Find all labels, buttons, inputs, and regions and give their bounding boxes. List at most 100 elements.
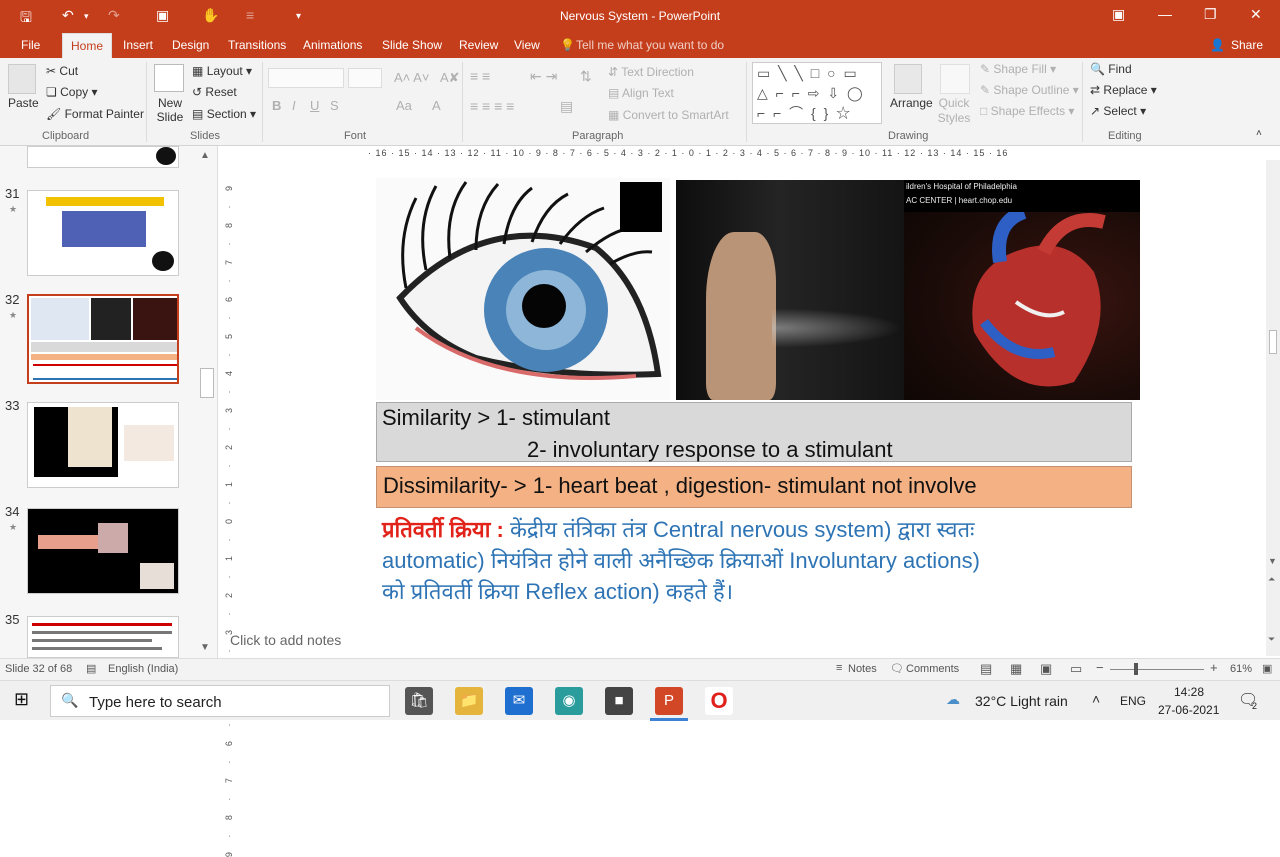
shape-effects-button[interactable]: □ Shape Effects ▾ <box>980 104 1074 118</box>
new-slide-icon[interactable] <box>154 64 184 92</box>
weather-text[interactable]: 32°C Light rain <box>975 693 1068 709</box>
font-size-box[interactable] <box>348 68 382 88</box>
slide-thumbnail[interactable] <box>27 190 179 276</box>
ribbon-display-icon[interactable]: ▣ <box>1112 6 1125 23</box>
quick-styles-button[interactable]: Quick Styles <box>936 96 972 126</box>
grow-font-icon[interactable]: A˄ A˅ <box>394 70 429 85</box>
align-text-button[interactable]: ▤ Align Text <box>608 86 674 100</box>
bold-button[interactable]: B <box>272 98 281 113</box>
slide-sorter-icon[interactable]: ▦ <box>1010 661 1022 677</box>
weather-icon[interactable]: ☁ <box>946 691 960 708</box>
tab-design[interactable]: Design <box>172 38 209 52</box>
file-explorer-icon[interactable]: 📁 <box>455 687 483 715</box>
language-indicator[interactable]: English (India) <box>108 663 178 675</box>
clock-time[interactable]: 14:28 <box>1174 685 1204 699</box>
restore-button[interactable]: ❐ <box>1204 6 1217 23</box>
windows-start-icon[interactable]: ⊞ <box>14 689 29 710</box>
normal-view-icon[interactable]: ▤ <box>980 661 992 677</box>
tab-review[interactable]: Review <box>459 38 498 52</box>
camera-app-icon[interactable]: ■ <box>605 687 633 715</box>
zoom-slider[interactable] <box>1110 669 1204 670</box>
comments-button[interactable]: Comments <box>906 663 959 675</box>
smartart-button[interactable]: ▦ Convert to SmartArt <box>608 108 729 122</box>
new-slide-button[interactable]: New Slide <box>152 96 188 124</box>
spell-check-icon[interactable]: ▤ <box>86 662 96 675</box>
thumb-scroll-up-icon[interactable]: ▲ <box>200 150 210 161</box>
language-indicator-tray[interactable]: ENG <box>1120 694 1146 708</box>
align-icons[interactable]: ≡ ≡ ≡ ≡ <box>470 98 514 114</box>
arrange-icon[interactable] <box>894 64 922 94</box>
collapse-ribbon-icon[interactable]: ˄ <box>1256 128 1262 139</box>
copy-button[interactable]: ❏ Copy ▾ <box>46 85 97 99</box>
taskbar-search-box[interactable]: 🔍 Type here to search <box>50 685 390 717</box>
fit-slide-icon[interactable]: ▣ <box>1262 662 1272 675</box>
powerpoint-app-icon[interactable]: P <box>655 687 683 715</box>
thumb-scroll-down-icon[interactable]: ▼ <box>200 642 210 653</box>
find-button[interactable]: 🔍 Find <box>1090 62 1132 76</box>
tray-overflow-icon[interactable]: ˄ <box>1092 691 1100 707</box>
slide-thumbnail[interactable] <box>27 616 179 658</box>
columns-icon[interactable]: ▤ <box>560 98 573 115</box>
mail-app-icon[interactable]: ✉ <box>505 687 533 715</box>
slide-thumbnail[interactable] <box>27 508 179 594</box>
tab-slide-show[interactable]: Slide Show <box>382 38 442 52</box>
clock-date[interactable]: 27-06-2021 <box>1158 703 1219 717</box>
paste-icon[interactable] <box>8 64 36 94</box>
slideshow-view-icon[interactable]: ▭ <box>1070 661 1082 677</box>
slide-thumbnail[interactable] <box>27 146 179 168</box>
screen-recorder-icon[interactable]: ◉ <box>555 687 583 715</box>
tab-transitions[interactable]: Transitions <box>228 38 286 52</box>
prev-slide-icon[interactable]: ⏶ <box>1268 574 1275 585</box>
minimize-button[interactable]: — <box>1158 6 1172 22</box>
format-painter-button[interactable]: 🖌 Format Painter <box>46 107 144 121</box>
zoom-slider-thumb[interactable] <box>1134 663 1138 675</box>
reset-button[interactable]: ↺ Reset <box>192 85 237 99</box>
shape-fill-button[interactable]: ✎ Shape Fill ▾ <box>980 62 1056 76</box>
shapes-gallery[interactable]: ▭ ╲ ╲ □ ○ ▭ △ ⌐ ⌐ ⇨ ⇩ ◯ ⌐ ⌐ ⌒ { } ☆ <box>752 62 882 124</box>
shape-outline-button[interactable]: ✎ Shape Outline ▾ <box>980 83 1079 97</box>
section-button[interactable]: ▤ Section ▾ <box>192 107 256 121</box>
clear-format-icon[interactable]: A✘ <box>440 70 460 86</box>
reflex-action-text[interactable]: प्रतिवर्ती क्रिया : केंद्रीय तंत्रिका तं… <box>382 514 1132 607</box>
paste-button[interactable]: Paste <box>8 96 39 110</box>
breath-image[interactable] <box>676 180 904 400</box>
eye-image[interactable] <box>376 178 670 400</box>
scrollbar-thumb[interactable] <box>1269 330 1277 354</box>
change-case-icon[interactable]: Aa <box>396 98 412 113</box>
close-button[interactable]: ✕ <box>1250 6 1262 23</box>
zoom-out-icon[interactable]: − <box>1096 660 1104 675</box>
notes-placeholder[interactable]: Click to add notes <box>230 632 341 648</box>
slide-thumbnail-selected[interactable] <box>27 294 179 384</box>
reading-view-icon[interactable]: ▣ <box>1040 661 1052 677</box>
indent-icon[interactable]: ⇤ ⇥ <box>530 68 557 85</box>
cut-button[interactable]: ✂ Cut <box>46 64 78 78</box>
scroll-down-icon[interactable]: ▼ <box>1268 556 1277 566</box>
share-icon[interactable]: 👤 <box>1210 38 1225 52</box>
slide-canvas[interactable]: ildren's Hospital of Philadelphia AC CEN… <box>370 168 1140 612</box>
font-name-box[interactable] <box>268 68 344 88</box>
text-direction-button[interactable]: ⇵ Text Direction <box>608 65 694 79</box>
tab-view[interactable]: View <box>514 38 540 52</box>
similarity-box[interactable]: Similarity > 1- stimulant 2- involuntary… <box>376 402 1132 462</box>
tab-insert[interactable]: Insert <box>123 38 153 52</box>
bullets-icon[interactable]: ≡ ≡ <box>470 68 490 84</box>
arrange-button[interactable]: Arrange <box>890 96 933 110</box>
notes-button[interactable]: Notes <box>848 663 877 675</box>
slide-scrollbar[interactable]: ▼ ⏶ ⏷ <box>1266 160 1280 656</box>
dissimilarity-box[interactable]: Dissimilarity- > 1- heart beat , digesti… <box>376 466 1132 508</box>
italic-button[interactable]: I <box>292 98 296 113</box>
zoom-in-icon[interactable]: + <box>1210 660 1218 675</box>
line-spacing-icon[interactable]: ⇅ <box>580 68 592 85</box>
tab-home[interactable]: Home <box>62 33 113 58</box>
slide-thumbnail[interactable] <box>27 402 179 488</box>
store-app-icon[interactable]: 🛍 <box>405 687 433 715</box>
select-button[interactable]: ↗ Select ▾ <box>1090 104 1146 118</box>
next-slide-icon[interactable]: ⏷ <box>1268 634 1275 645</box>
opera-browser-icon[interactable]: O <box>705 687 733 715</box>
strikethrough-button[interactable]: S <box>330 98 339 113</box>
quick-styles-icon[interactable] <box>940 64 970 94</box>
thumb-scroll-thumb[interactable] <box>200 368 214 398</box>
heart-image[interactable]: ildren's Hospital of Philadelphia AC CEN… <box>904 180 1140 400</box>
share-button[interactable]: Share <box>1231 38 1263 52</box>
tab-file[interactable]: File <box>21 38 40 52</box>
